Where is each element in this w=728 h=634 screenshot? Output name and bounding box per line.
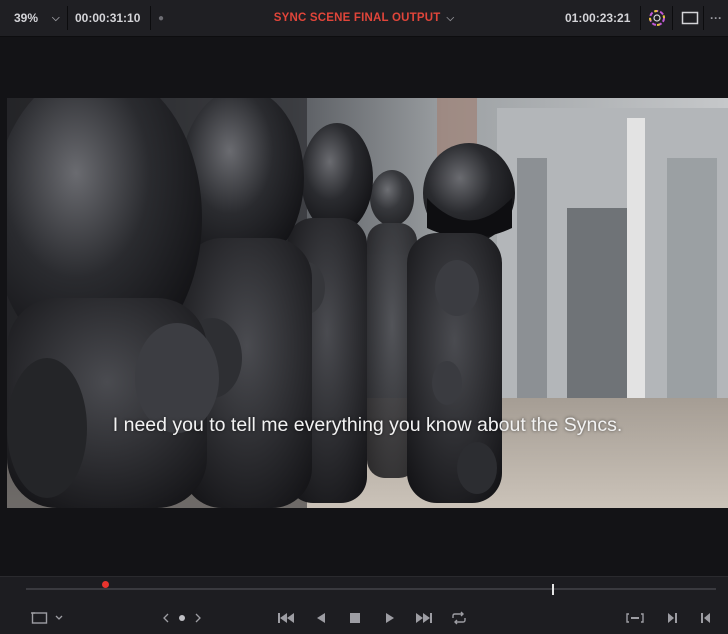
video-still [7, 98, 728, 508]
transport-bar [0, 576, 728, 634]
playhead-handle[interactable] [102, 581, 110, 588]
skip-to-end-icon[interactable] [411, 607, 437, 629]
ellipsis-icon[interactable]: ··· [710, 0, 722, 36]
header-divider [672, 6, 673, 30]
match-frame-icon[interactable] [623, 607, 647, 629]
single-viewer-icon[interactable] [681, 0, 699, 36]
jog-shuttle-icon[interactable] [160, 607, 204, 629]
play-icon[interactable] [377, 607, 403, 629]
prev-edit-icon[interactable] [694, 607, 718, 629]
viewer-overlay-icon[interactable] [28, 607, 68, 629]
video-frame[interactable] [7, 98, 728, 508]
timeline-title-text: SYNC SCENE FINAL OUTPUT [273, 12, 441, 24]
scrubber-track[interactable] [26, 588, 716, 590]
color-wheel-icon[interactable] [648, 0, 666, 36]
next-edit-icon[interactable] [660, 607, 684, 629]
skip-to-start-icon[interactable] [273, 607, 299, 629]
record-timecode[interactable]: 01:00:23:21 [565, 0, 630, 36]
play-reverse-icon[interactable] [308, 607, 334, 629]
loop-icon[interactable] [446, 607, 472, 629]
header-divider [703, 6, 704, 30]
subtitle-text: I need you to tell me everything you kno… [112, 414, 623, 436]
header-divider [640, 6, 641, 30]
chevron-down-icon[interactable]: ⌵ [446, 13, 454, 24]
timeline-marker[interactable] [551, 584, 554, 595]
viewer-window: 39% ⌵ 00:00:31:10 ● SYNC SCENE FINAL OUT… [0, 0, 728, 634]
stop-icon[interactable] [342, 607, 368, 629]
viewer-header: 39% ⌵ 00:00:31:10 ● SYNC SCENE FINAL OUT… [0, 0, 728, 37]
